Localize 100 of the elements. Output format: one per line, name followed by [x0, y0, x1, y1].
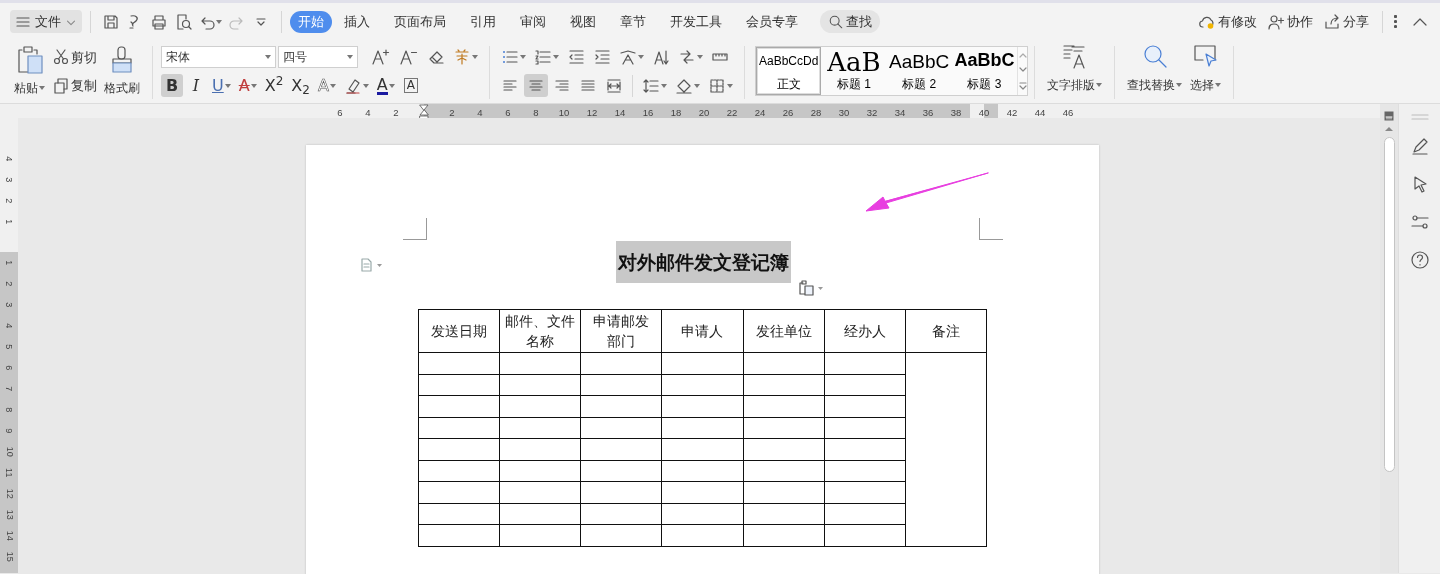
ribbon-tab[interactable]: 页面布局: [382, 10, 458, 33]
scrollbar-thumb[interactable]: [1383, 137, 1395, 472]
ruler-number: 30: [830, 104, 858, 118]
scroll-down-icon: [1018, 67, 1027, 73]
table-header-cell: 申请人: [661, 309, 744, 353]
ruler-number: 2: [3, 198, 16, 203]
ruler-number: 3: [3, 302, 16, 307]
ribbon-tab[interactable]: 开发工具: [658, 10, 734, 33]
ruler-number: 32: [858, 104, 886, 118]
superscript-button[interactable]: X$^{2}$: [261, 74, 287, 98]
select-button[interactable]: 选择: [1186, 40, 1225, 96]
caret-icon: [638, 55, 644, 60]
table-header-cell: 发往单位: [743, 309, 825, 353]
file-menu-button[interactable]: 文件: [10, 10, 82, 33]
ribbon-tab[interactable]: 章节: [608, 10, 658, 33]
ribbon-tab[interactable]: 视图: [558, 10, 608, 33]
collaborate-icon: [1267, 12, 1285, 31]
style-option[interactable]: AaBbCcDd 正文: [756, 47, 822, 95]
ruler-number: 11: [3, 467, 16, 478]
numbering-icon: [534, 48, 552, 67]
caret-icon: [1215, 83, 1221, 87]
header-action[interactable]: 有修改: [1193, 11, 1262, 32]
ruler-number: 15: [3, 551, 16, 562]
indent-icon: [593, 48, 611, 67]
font-color-button[interactable]: A: [373, 74, 398, 98]
paste-button[interactable]: 粘贴: [10, 43, 49, 99]
caret-icon: [661, 83, 667, 88]
ribbon-tab[interactable]: 引用: [458, 10, 508, 33]
ruler-number: 2: [392, 106, 400, 118]
cut-button[interactable]: 剪切: [49, 45, 100, 69]
align-distributed-icon: [605, 76, 623, 95]
caret-icon: [224, 83, 231, 88]
align-center-button[interactable]: [524, 74, 548, 98]
ruler-number: 1: [3, 260, 16, 265]
help-icon: [1409, 250, 1430, 270]
sliders-icon: [1409, 212, 1430, 232]
ruler-number: 3: [3, 177, 16, 182]
save-icon: [102, 12, 120, 31]
style-option[interactable]: AaB 标题 1: [821, 47, 887, 95]
header-action[interactable]: 协作: [1262, 11, 1318, 32]
table-header-cell: 发送日期: [418, 309, 500, 353]
caret-icon: [694, 83, 700, 88]
caret-icon: [265, 55, 271, 60]
format-painter-button[interactable]: 格式刷: [100, 43, 144, 99]
more-icon: [1394, 15, 1397, 28]
ruler-number: 8: [3, 407, 16, 412]
strikethrough-button[interactable]: A: [235, 74, 260, 98]
ribbon-tab[interactable]: 会员专享: [734, 10, 810, 33]
ruler-number: 4: [3, 156, 16, 161]
ruler-number: 7: [3, 386, 16, 391]
ruler-number: 44: [1033, 106, 1047, 118]
font-name-field[interactable]: 宋体: [161, 46, 276, 69]
document-title: 对外邮件发文登记簿: [615, 241, 791, 283]
caret-icon: [697, 55, 703, 60]
header-action[interactable]: 分享: [1318, 11, 1374, 32]
ruler-number: 6: [3, 365, 16, 370]
ruler-number: 22: [718, 104, 746, 118]
italic-button[interactable]: I: [185, 74, 207, 98]
ruler-number: 2: [438, 104, 466, 118]
ribbon-tab[interactable]: 审阅: [508, 10, 558, 33]
scroll-up-icon: [1018, 51, 1027, 58]
phonetic-icon: [453, 48, 471, 67]
ruler-number: 14: [606, 104, 634, 118]
paste-options-icon: [798, 279, 824, 296]
style-option[interactable]: AaBbC 标题 2: [886, 47, 952, 95]
style-option[interactable]: AaBbC 标题 3: [951, 47, 1018, 95]
subscript-button[interactable]: X$_{2}$: [288, 74, 313, 98]
ruler-number: 14: [3, 530, 16, 541]
ruler-number: 6: [336, 106, 344, 118]
ruler-toggle-button[interactable]: [1384, 110, 1394, 122]
effect-button[interactable]: A: [314, 74, 339, 98]
underline-button[interactable]: U: [209, 74, 234, 98]
char-border-button[interactable]: A: [399, 74, 422, 98]
caret-icon: [329, 83, 336, 88]
ruler-number: 36: [914, 104, 942, 118]
caret-icon: [1096, 83, 1102, 87]
scissors-icon: [52, 48, 70, 67]
ruler-number: 26: [774, 104, 802, 118]
font-grow-icon: [371, 48, 391, 67]
borders-icon: [708, 76, 726, 95]
ruler-number: 16: [634, 104, 662, 118]
ruler-number: 13: [3, 509, 16, 520]
search-button[interactable]: 查找: [820, 9, 880, 34]
ruler-number: 12: [578, 104, 606, 118]
layout-button[interactable]: 文字排版: [1043, 40, 1106, 96]
font-size-field[interactable]: 四号: [278, 46, 358, 69]
find-button[interactable]: 查找替换: [1123, 40, 1186, 96]
ruler-number: 34: [886, 104, 914, 118]
search-icon: [828, 13, 844, 30]
ruler-number: 20: [690, 104, 718, 118]
bold-button[interactable]: B: [161, 74, 183, 98]
ruler-number: 24: [746, 104, 774, 118]
ruler-number: 9: [3, 428, 16, 433]
caret-icon: [1176, 83, 1182, 87]
ruler-number: 10: [550, 104, 578, 118]
scroll-up-icon: [1385, 126, 1393, 131]
ruler-number: 46: [1061, 106, 1075, 118]
ruler-number: 18: [662, 104, 690, 118]
ribbon-tab[interactable]: 插入: [332, 10, 382, 33]
copy-button[interactable]: 复制: [49, 74, 100, 98]
